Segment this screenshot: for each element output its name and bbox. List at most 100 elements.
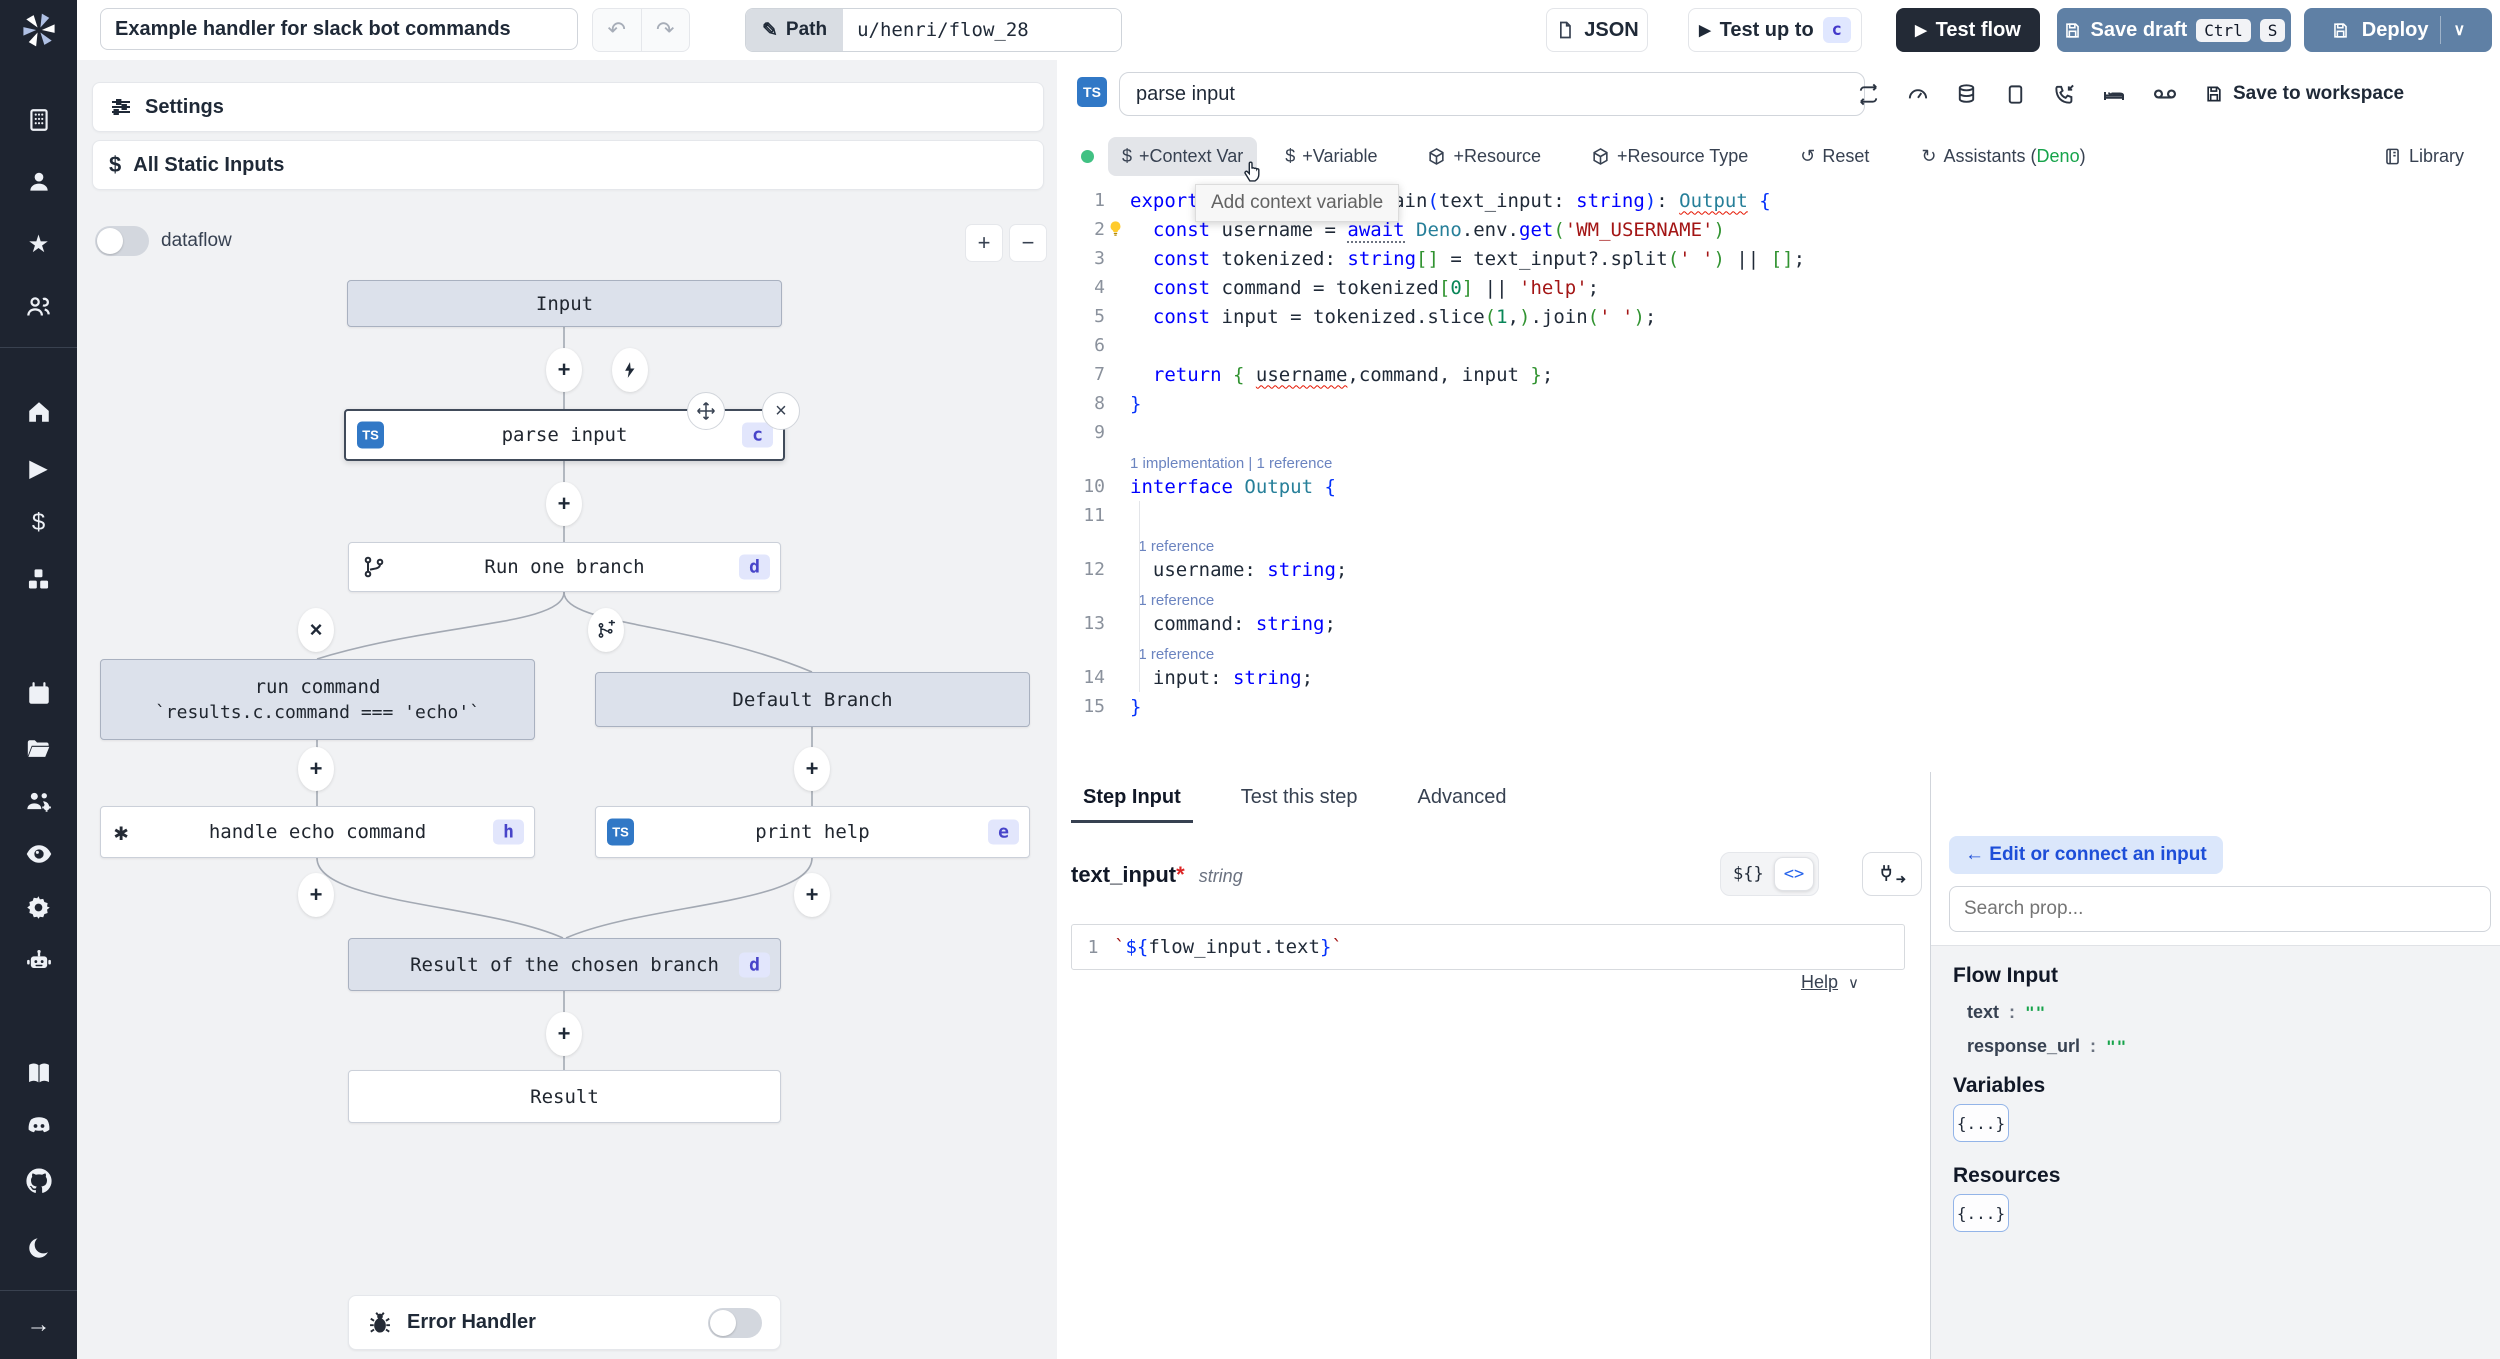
remove-branch-button[interactable]: × — [298, 608, 334, 652]
add-variable-button[interactable]: $ +Variable — [1271, 137, 1391, 176]
mock-square-icon[interactable] — [2004, 83, 2027, 106]
expression-editor[interactable]: 1 `${flow_input.text}` — [1071, 924, 1905, 970]
move-step-button[interactable] — [687, 392, 725, 430]
add-branch-button[interactable] — [588, 608, 624, 652]
code-line[interactable]: 9 — [1057, 418, 2500, 447]
expand-sidebar-arrow-icon[interactable]: → — [0, 1303, 77, 1347]
error-handler-bar[interactable]: Error Handler — [348, 1295, 781, 1350]
node-branch-run-command[interactable]: run command `results.c.command === 'echo… — [100, 659, 535, 740]
user-icon[interactable] — [0, 160, 77, 204]
node-handle-echo-command[interactable]: ✱ handle echo command h — [100, 806, 535, 858]
settings-gear-icon[interactable] — [0, 885, 77, 929]
github-icon[interactable] — [0, 1159, 77, 1203]
code-line[interactable]: 6 — [1057, 331, 2500, 360]
prop-row-text[interactable]: text : "" — [1967, 1002, 2046, 1023]
voicemail-icon[interactable] — [2152, 81, 2178, 107]
code-line[interactable]: 5 const input = tokenized.slice(1,).join… — [1057, 302, 2500, 331]
zoom-in-button[interactable]: + — [965, 224, 1003, 262]
delete-step-button[interactable]: × — [762, 392, 800, 430]
reset-button[interactable]: ↺ Reset — [1786, 137, 1883, 176]
connect-input-button[interactable] — [1862, 852, 1922, 896]
code-line[interactable]: 3 const tokenized: string[] = text_input… — [1057, 244, 2500, 273]
add-step-button[interactable]: + — [794, 747, 830, 791]
codelens[interactable]: 1 reference — [1057, 584, 2500, 609]
input-mode-toggle[interactable]: ${} <> — [1720, 852, 1820, 896]
code-line[interactable]: 15} — [1057, 692, 2500, 721]
codelens[interactable]: 1 reference — [1057, 638, 2500, 663]
step-name-input[interactable] — [1119, 72, 1865, 116]
add-context-var-button[interactable]: $ +Context Var — [1108, 136, 1258, 176]
edit-or-connect-button[interactable]: ← Edit or connect an input — [1949, 836, 2223, 874]
tab-step-input[interactable]: Step Input — [1071, 774, 1193, 823]
cache-database-icon[interactable] — [1955, 83, 1978, 106]
code-line[interactable]: 13 command: string; — [1057, 609, 2500, 638]
codelens[interactable]: 1 reference — [1057, 530, 2500, 555]
tab-test-this-step[interactable]: Test this step — [1239, 774, 1360, 821]
code-line[interactable]: 14 input: string; — [1057, 663, 2500, 692]
add-step-button[interactable]: + — [298, 873, 334, 917]
audit-logs-icon[interactable] — [0, 832, 77, 876]
workers-icon[interactable] — [0, 779, 77, 823]
path-button[interactable]: ✎ Path — [746, 9, 844, 51]
error-handler-toggle[interactable] — [708, 1307, 762, 1338]
dataflow-toggle[interactable] — [95, 226, 149, 256]
test-up-to-button[interactable]: ▶ Test up to c — [1688, 8, 1862, 52]
add-resource-type-button[interactable]: +Resource Type — [1577, 137, 1762, 176]
variables-icon[interactable]: $ — [0, 501, 77, 545]
discord-icon[interactable] — [0, 1104, 77, 1148]
add-step-button[interactable]: + — [546, 348, 582, 392]
star-icon[interactable]: ★ — [0, 222, 77, 266]
node-print-help[interactable]: TS print help e — [595, 806, 1030, 858]
add-step-button[interactable]: + — [298, 747, 334, 791]
ai-robot-icon[interactable] — [0, 939, 77, 983]
node-flow-input[interactable]: Input — [347, 280, 782, 327]
add-step-button[interactable]: + — [794, 873, 830, 917]
node-branch-default[interactable]: Default Branch — [595, 672, 1030, 727]
assistants-button[interactable]: ↻ Assistants (Deno) — [1907, 137, 2099, 176]
home-icon[interactable] — [0, 390, 77, 434]
code-line[interactable]: 10 interface Output { — [1057, 472, 2500, 501]
chevron-down-icon[interactable]: ∨ — [2453, 20, 2465, 40]
flow-settings-bar[interactable]: Settings — [92, 82, 1044, 132]
flow-title-input[interactable] — [100, 8, 578, 50]
folders-icon[interactable] — [0, 726, 77, 770]
retries-icon[interactable] — [1857, 83, 1880, 106]
undo-button[interactable]: ↶ — [593, 9, 642, 51]
add-step-button[interactable]: + — [546, 1012, 582, 1056]
runs-icon[interactable]: ▶ — [0, 446, 77, 490]
prop-row-response-url[interactable]: response_url : "" — [1967, 1036, 2127, 1057]
node-run-one-branch[interactable]: Run one branch d — [348, 542, 781, 592]
sleep-bed-icon[interactable] — [2102, 82, 2126, 106]
suspend-phone-icon[interactable] — [2053, 83, 2076, 106]
all-static-inputs-bar[interactable]: $ All Static Inputs — [92, 140, 1044, 190]
variables-object-chip[interactable]: {...} — [1953, 1104, 2009, 1142]
trigger-bolt-button[interactable] — [612, 348, 648, 392]
code-line[interactable]: 12 username: string; — [1057, 555, 2500, 584]
add-resource-button[interactable]: +Resource — [1413, 137, 1555, 176]
early-stop-gauge-icon[interactable] — [1906, 83, 1929, 106]
chevron-down-icon[interactable]: ∨ — [1848, 974, 1859, 992]
search-prop-input[interactable] — [1949, 886, 2491, 932]
lightbulb-icon[interactable] — [1107, 220, 1124, 237]
save-draft-button[interactable]: Save draft Ctrl S — [2057, 8, 2291, 52]
code-line[interactable]: 11 — [1057, 501, 2500, 530]
deploy-button[interactable]: Deploy ∨ — [2304, 8, 2492, 52]
code-mode-option[interactable]: <> — [1773, 857, 1815, 891]
redo-button[interactable]: ↷ — [642, 9, 690, 51]
code-line[interactable]: 7 return { username,command, input }; — [1057, 360, 2500, 389]
node-result[interactable]: Result — [348, 1070, 781, 1123]
code-line[interactable]: 8} — [1057, 389, 2500, 418]
path-input[interactable] — [843, 9, 1122, 51]
library-button[interactable]: Library — [2369, 132, 2478, 180]
code-line[interactable]: 4 const command = tokenized[0] || 'help'… — [1057, 273, 2500, 302]
zoom-out-button[interactable]: − — [1009, 224, 1047, 262]
codelens[interactable]: 1 implementation | 1 reference — [1057, 447, 2500, 472]
help-link[interactable]: Help — [1801, 972, 1838, 993]
add-step-button[interactable]: + — [546, 482, 582, 526]
template-mode-option[interactable]: ${} — [1725, 860, 1772, 888]
resources-object-chip[interactable]: {...} — [1953, 1194, 2009, 1232]
groups-icon[interactable] — [0, 284, 77, 328]
dark-mode-moon-icon[interactable] — [0, 1226, 77, 1270]
schedules-icon[interactable] — [0, 672, 77, 716]
node-result-of-chosen-branch[interactable]: Result of the chosen branch d — [348, 938, 781, 991]
